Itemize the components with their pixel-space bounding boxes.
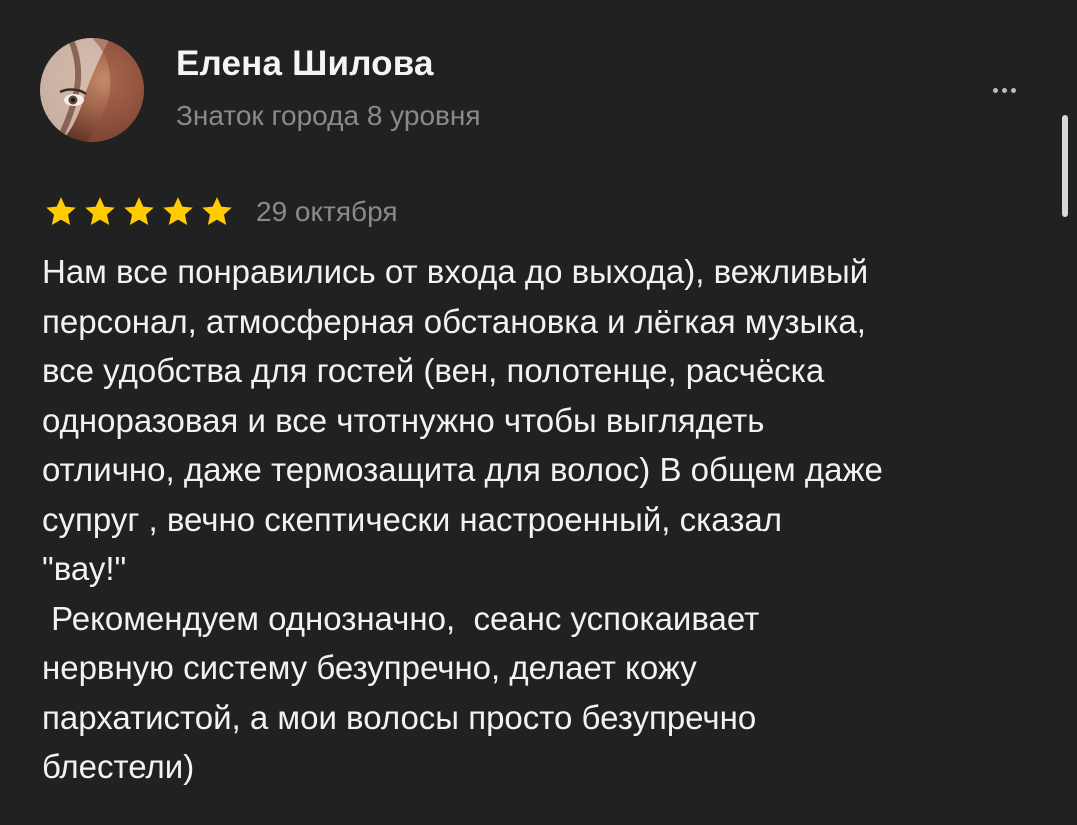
avatar[interactable] bbox=[40, 38, 144, 142]
more-horizontal-icon-dot bbox=[1010, 87, 1016, 93]
avatar-photo bbox=[40, 38, 144, 142]
review-date: 29 октября bbox=[256, 196, 398, 227]
scrollbar-thumb[interactable] bbox=[1062, 115, 1068, 217]
star-icon bbox=[83, 196, 117, 228]
author-level: Знаток города 8 уровня bbox=[176, 100, 481, 131]
more-options-button[interactable] bbox=[982, 78, 1026, 102]
star-icon bbox=[161, 196, 195, 228]
star-icon bbox=[200, 196, 234, 228]
star-rating bbox=[44, 196, 234, 228]
star-icon bbox=[122, 196, 156, 228]
review-text: Нам все понравились от входа до выхода),… bbox=[42, 253, 883, 785]
author-name[interactable]: Елена Шилова bbox=[176, 44, 434, 84]
review-card: Елена Шилова Знаток города 8 уровня 29 о… bbox=[0, 0, 1077, 825]
more-horizontal-icon bbox=[992, 87, 998, 93]
star-icon bbox=[44, 196, 78, 228]
rating-row: 29 октября bbox=[44, 192, 398, 232]
more-horizontal-icon-dot bbox=[1001, 87, 1007, 93]
